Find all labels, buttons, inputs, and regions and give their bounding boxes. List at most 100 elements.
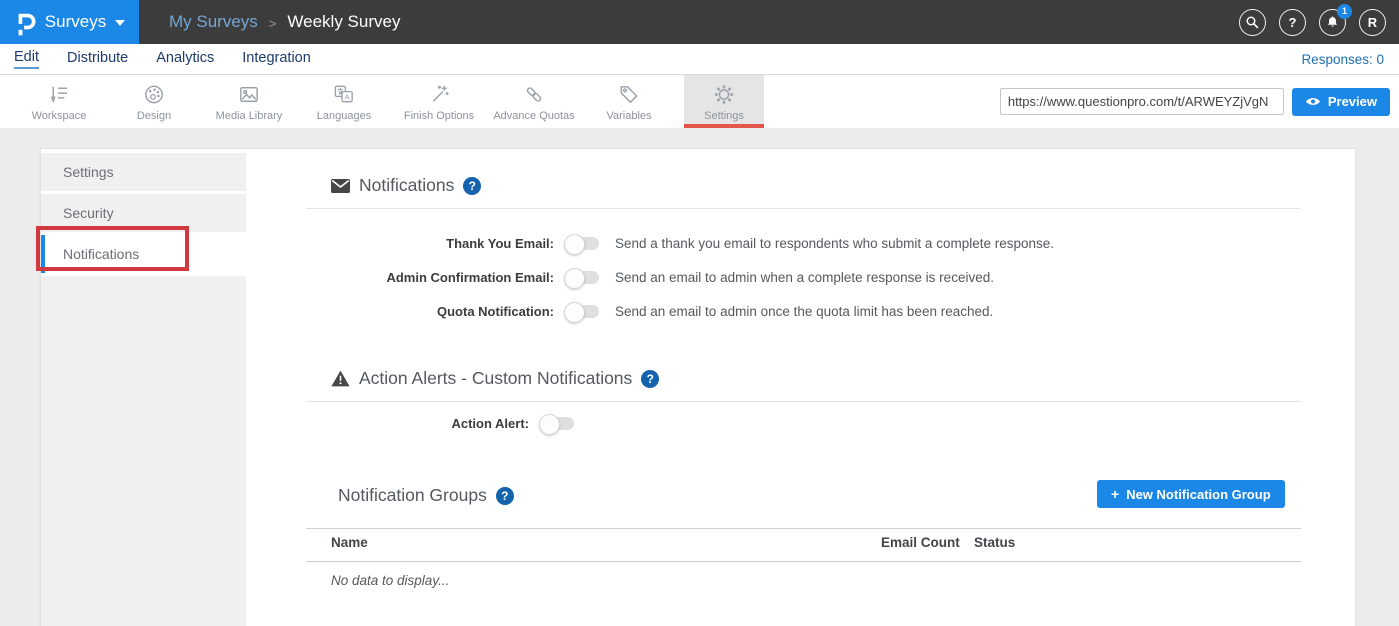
- tool-variables[interactable]: Variables: [589, 75, 669, 128]
- tool-languages[interactable]: A Languages: [304, 75, 384, 128]
- tool-label: Settings: [704, 110, 744, 122]
- preview-button[interactable]: Preview: [1292, 88, 1390, 116]
- work-area: Settings Security Notifications Notifica…: [0, 128, 1399, 626]
- row-description: Send a thank you email to respondents wh…: [615, 236, 1054, 251]
- tool-media-library[interactable]: Media Library: [209, 75, 289, 128]
- thank-you-email-row: Thank You Email: Send a thank you email …: [306, 233, 1054, 253]
- sidebar-item-settings[interactable]: Settings: [41, 153, 246, 191]
- row-description: Send an email to admin once the quota li…: [615, 304, 993, 319]
- envelope-icon: [331, 179, 350, 193]
- brand-label: Surveys: [45, 12, 106, 32]
- workspace-icon: [46, 82, 72, 107]
- edit-toolbar: Workspace Design Media Library: [0, 75, 1399, 129]
- tool-design[interactable]: Design: [114, 75, 194, 128]
- thank-you-email-toggle[interactable]: [566, 237, 599, 250]
- advance-quotas-icon: [521, 82, 547, 107]
- toggle-knob: [539, 414, 560, 435]
- settings-card: Settings Security Notifications Notifica…: [40, 148, 1356, 626]
- nav-item-distribute[interactable]: Distribute: [67, 50, 128, 68]
- warning-icon: [331, 370, 350, 387]
- row-description: Send an email to admin when a complete r…: [615, 270, 994, 285]
- notification-groups-heading: Notification Groups ?: [338, 485, 514, 506]
- media-library-icon: [236, 82, 262, 107]
- action-alerts-help-icon[interactable]: ?: [641, 370, 659, 388]
- tool-label: Design: [137, 110, 171, 122]
- breadcrumb-current: Weekly Survey: [287, 12, 400, 32]
- toolbar-right: Preview: [1000, 75, 1399, 128]
- row-label: Admin Confirmation Email:: [306, 270, 554, 285]
- responses-count[interactable]: Responses: 0: [1301, 52, 1399, 67]
- chevron-down-icon: [115, 20, 125, 26]
- table-empty-message: No data to display...: [331, 573, 449, 588]
- header-actions: ? 1 R: [1239, 9, 1399, 36]
- action-alert-row: Action Alert:: [306, 413, 590, 433]
- help-button[interactable]: ?: [1279, 9, 1306, 36]
- notification-badge: 1: [1337, 4, 1352, 19]
- tool-settings[interactable]: Settings: [684, 75, 764, 128]
- table-top-border: [306, 528, 1301, 529]
- notifications-panel: Notifications ? Thank You Email: Send a …: [246, 149, 1355, 626]
- row-label: Quota Notification:: [306, 304, 554, 319]
- top-header: Surveys My Surveys > Weekly Survey ?: [0, 0, 1399, 44]
- section-title: Action Alerts - Custom Notifications: [359, 368, 632, 389]
- finish-options-icon: [426, 82, 452, 107]
- action-alerts-section-heading: Action Alerts - Custom Notifications ?: [331, 368, 659, 389]
- new-notification-group-button[interactable]: + New Notification Group: [1097, 480, 1285, 508]
- quota-notification-row: Quota Notification: Send an email to adm…: [306, 301, 993, 321]
- column-header-status: Status: [974, 535, 1015, 550]
- tool-label: Media Library: [216, 110, 283, 122]
- svg-text:A: A: [345, 92, 351, 101]
- help-icon: ?: [1289, 15, 1297, 30]
- design-icon: [141, 82, 167, 107]
- section-title: Notifications: [359, 175, 454, 196]
- new-group-label: New Notification Group: [1126, 487, 1270, 502]
- row-label: Action Alert:: [306, 416, 529, 431]
- search-icon: [1245, 15, 1260, 30]
- tool-label: Variables: [606, 110, 651, 122]
- eye-icon: [1305, 96, 1321, 107]
- page: Surveys My Surveys > Weekly Survey ?: [0, 0, 1399, 626]
- variables-icon: [616, 82, 642, 107]
- nav-item-edit[interactable]: Edit: [14, 49, 39, 69]
- breadcrumb-parent[interactable]: My Surveys: [169, 12, 258, 32]
- notifications-button[interactable]: 1: [1319, 9, 1346, 36]
- column-header-email-count: Email Count: [881, 535, 960, 550]
- toggle-knob: [564, 234, 585, 255]
- admin-confirmation-email-toggle[interactable]: [566, 271, 599, 284]
- tool-label: Finish Options: [404, 110, 474, 122]
- settings-sidebar: Settings Security Notifications: [41, 149, 246, 626]
- avatar[interactable]: R: [1359, 9, 1386, 36]
- sidebar-item-notifications[interactable]: Notifications: [41, 235, 246, 273]
- preview-label: Preview: [1328, 94, 1377, 109]
- survey-url-input[interactable]: [1000, 88, 1284, 115]
- action-alert-toggle[interactable]: [541, 417, 574, 430]
- toggle-knob: [564, 302, 585, 323]
- nav-item-integration[interactable]: Integration: [242, 50, 311, 68]
- breadcrumb-separator: >: [269, 14, 277, 31]
- settings-icon: [711, 82, 737, 107]
- divider: [306, 401, 1301, 402]
- notifications-help-icon[interactable]: ?: [463, 177, 481, 195]
- tool-workspace[interactable]: Workspace: [19, 75, 99, 128]
- divider: [306, 208, 1301, 209]
- nav-item-analytics[interactable]: Analytics: [156, 50, 214, 68]
- notification-groups-help-icon[interactable]: ?: [496, 487, 514, 505]
- tool-finish-options[interactable]: Finish Options: [399, 75, 479, 128]
- row-label: Thank You Email:: [306, 236, 554, 251]
- tool-label: Workspace: [32, 110, 87, 122]
- table-header-border: [306, 561, 1301, 562]
- tool-advance-quotas[interactable]: Advance Quotas: [494, 75, 574, 128]
- quota-notification-toggle[interactable]: [566, 305, 599, 318]
- main-nav: Edit Distribute Analytics Integration Re…: [0, 44, 1399, 75]
- notifications-section-heading: Notifications ?: [331, 175, 481, 196]
- search-button[interactable]: [1239, 9, 1266, 36]
- breadcrumb: My Surveys > Weekly Survey: [169, 12, 400, 32]
- plus-icon: +: [1111, 486, 1119, 502]
- languages-icon: A: [331, 82, 357, 107]
- tool-label: Advance Quotas: [493, 110, 574, 122]
- sidebar-item-security[interactable]: Security: [41, 194, 246, 232]
- tool-label: Languages: [317, 110, 371, 122]
- product-switcher[interactable]: Surveys: [0, 0, 139, 44]
- bell-icon: [1325, 14, 1340, 30]
- column-header-name: Name: [331, 535, 368, 550]
